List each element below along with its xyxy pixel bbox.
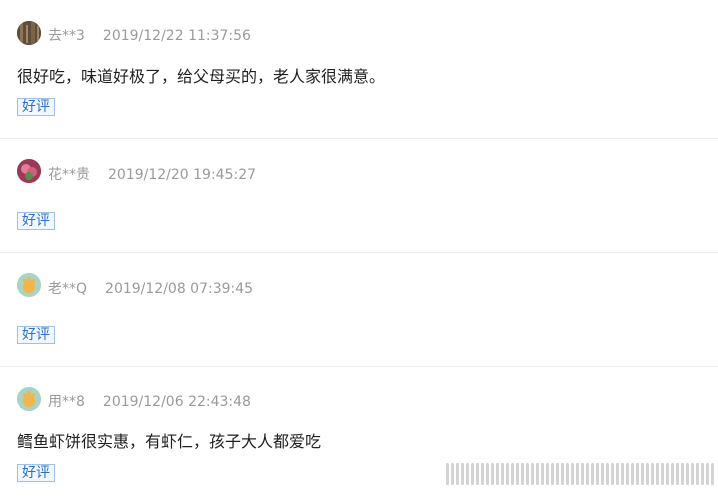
review-meta: 用**8 2019/12/06 22:43:48 [48,391,251,411]
review-date: 2019/12/20 19:45:27 [108,167,257,183]
review-meta: 去**3 2019/12/22 11:37:56 [48,25,251,45]
user-avatar-default-icon[interactable] [17,387,41,411]
user-avatar-brown-icon[interactable] [17,21,41,45]
reviewer-name: 去**3 [48,28,85,44]
review-date: 2019/12/22 11:37:56 [102,28,251,44]
reviewer-name: 花**贵 [48,167,90,183]
horizontal-scrollbar[interactable] [446,460,718,488]
review-date: 2019/12/08 07:39:45 [105,281,254,297]
review-content: 鳕鱼虾饼很实惠，有虾仁，孩子大人都爱吃 [17,432,322,451]
review-meta: 老**Q 2019/12/08 07:39:45 [48,278,253,298]
user-avatar-flower-icon[interactable] [17,159,41,183]
review-meta: 花**贵 2019/12/20 19:45:27 [48,164,256,184]
review-content: 很好吃，味道好极了，给父母买的，老人家很满意。 [17,67,386,86]
review-date: 2019/12/06 22:43:48 [102,394,251,410]
good-review-tag: 好评 [17,464,55,482]
divider [0,252,718,253]
good-review-tag: 好评 [17,98,55,116]
good-review-tag: 好评 [17,326,55,344]
user-avatar-default-icon[interactable] [17,273,41,297]
reviewer-name: 用**8 [48,394,85,410]
divider [0,366,718,367]
reviewer-name: 老**Q [48,281,88,297]
divider [0,138,718,139]
good-review-tag: 好评 [17,212,55,230]
